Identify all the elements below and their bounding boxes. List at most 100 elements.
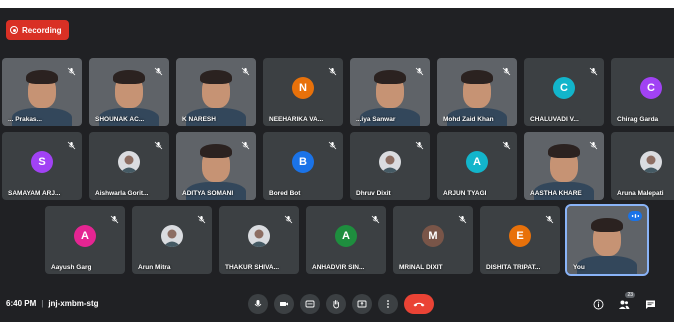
mic-off-icon: [154, 137, 163, 150]
mic-off-icon: [154, 63, 163, 76]
participant-tile[interactable]: ... Prakas...: [2, 58, 82, 126]
chat-button[interactable]: [642, 296, 658, 312]
camera-button[interactable]: [274, 294, 294, 314]
mic-off-icon: [67, 63, 76, 76]
participant-video-feed: [548, 143, 580, 182]
participant-name: Mohd Zaid Khan: [443, 116, 494, 123]
participant-tile[interactable]: Aishwarla Gorit...: [89, 132, 169, 200]
participant-tile[interactable]: C Chirag Garda: [611, 58, 674, 126]
participant-tile[interactable]: You: [565, 204, 649, 276]
meeting-info-separator: |: [41, 299, 44, 308]
participant-name: You: [573, 264, 585, 271]
end-call-button[interactable]: [404, 294, 434, 314]
participant-tile[interactable]: K NARESH: [176, 58, 256, 126]
mic-off-icon: [197, 211, 206, 224]
participant-name: MRINAL DIXIT: [399, 264, 443, 271]
participant-avatar: C: [640, 76, 662, 99]
participant-video-feed: [374, 69, 406, 108]
participant-name: THAKUR SHIVA...: [225, 264, 280, 271]
participant-name: Aayush Garg: [51, 264, 92, 271]
participant-name: DISHITA TRIPAT...: [486, 264, 541, 271]
participant-tile[interactable]: N NEEHARIKA VA...: [263, 58, 343, 126]
mic-off-icon: [241, 137, 250, 150]
participant-name: ADITYA SOMANI: [182, 190, 234, 197]
hand-icon: [333, 300, 340, 309]
participant-tile[interactable]: B Bored Bot: [263, 132, 343, 200]
participant-tile[interactable]: E DISHITA TRIPAT...: [480, 206, 560, 274]
participant-tile[interactable]: A Aayush Garg: [45, 206, 125, 274]
participant-profile-photo: [248, 224, 270, 247]
people-icon: [619, 300, 630, 309]
mic-off-icon: [110, 211, 119, 224]
participant-tile[interactable]: Arun Mitra: [132, 206, 212, 274]
mic-off-icon: [371, 211, 380, 224]
meeting-stage: Recording ... Prakas... SHOUNAK AC... K NA…: [0, 8, 674, 322]
chat-icon: [645, 300, 655, 309]
participant-avatar: S: [31, 150, 53, 173]
participant-name: SHOUNAK AC...: [95, 116, 145, 123]
mic-off-icon: [328, 63, 337, 76]
mic-off-icon: [284, 211, 293, 224]
mic-button[interactable]: [248, 294, 268, 314]
participant-video-feed: [200, 143, 232, 182]
participant-name: CHALUVADI V...: [530, 116, 579, 123]
participant-tile[interactable]: A ANHADVIR SIN...: [306, 206, 386, 274]
participant-tile[interactable]: Dhruv Dixit: [350, 132, 430, 200]
mic-off-icon: [589, 137, 598, 150]
participant-video-feed: [591, 217, 623, 256]
participant-video-feed: [200, 69, 232, 108]
participant-name: Dhruv Dixit: [356, 190, 391, 197]
participant-tile[interactable]: ...iya Sanwar: [350, 58, 430, 126]
participant-name: Chirag Garda: [617, 116, 659, 123]
people-button[interactable]: 23: [616, 292, 635, 312]
participant-name: ... Prakas...: [8, 116, 42, 123]
present-screen-icon: [357, 300, 367, 308]
participant-profile-photo: [118, 150, 140, 173]
participant-avatar: A: [335, 224, 357, 247]
raise-hand-button[interactable]: [326, 294, 346, 314]
participant-tile[interactable]: Mohd Zaid Khan: [437, 58, 517, 126]
participant-video-feed: [461, 69, 493, 108]
mic-off-icon: [67, 137, 76, 150]
participant-profile-photo: [640, 150, 662, 173]
people-count-badge: 23: [625, 292, 635, 298]
recording-badge: Recording: [6, 20, 69, 40]
participant-tile[interactable]: C CHALUVADI V...: [524, 58, 604, 126]
mic-off-icon: [502, 137, 511, 150]
participant-name: K NARESH: [182, 116, 216, 123]
participant-name: ARJUN TYAGI: [443, 190, 487, 197]
participant-profile-photo: [161, 224, 183, 247]
participant-name: ...iya Sanwar: [356, 116, 396, 123]
participant-tile[interactable]: AASTHA KHARE: [524, 132, 604, 200]
record-icon: [10, 26, 18, 34]
meeting-info: 6:40 PM | jnj-xmbm-stg: [6, 299, 99, 308]
participant-tile[interactable]: A ARJUN TYAGI: [437, 132, 517, 200]
participant-tile[interactable]: ADITYA SOMANI: [176, 132, 256, 200]
participant-tile[interactable]: THAKUR SHIVA...: [219, 206, 299, 274]
meeting-details-button[interactable]: [590, 296, 606, 312]
meeting-time: 6:40 PM: [6, 299, 37, 308]
participant-tile[interactable]: Aruna Malepati: [611, 132, 674, 200]
participant-name: ANHADVIR SIN...: [312, 264, 365, 271]
mic-off-icon: [415, 63, 424, 76]
mic-off-icon: [589, 63, 598, 76]
participant-avatar: C: [553, 76, 575, 99]
participant-name: AASTHA KHARE: [530, 190, 582, 197]
participant-name: Arun Mitra: [138, 264, 171, 271]
participant-name: SAMAYAM ARJ...: [8, 190, 61, 197]
captions-button[interactable]: [300, 294, 320, 314]
present-button[interactable]: [352, 294, 372, 314]
bottom-bar: 6:40 PM | jnj-xmbm-stg 23: [0, 288, 674, 322]
mic-off-icon: [458, 211, 467, 224]
more-options-button[interactable]: [378, 294, 398, 314]
meeting-code: jnj-xmbm-stg: [48, 299, 99, 308]
participant-tile[interactable]: M MRINAL DIXIT: [393, 206, 473, 274]
participant-name: NEEHARIKA VA...: [269, 116, 324, 123]
mic-off-icon: [545, 211, 554, 224]
mic-icon: [254, 300, 262, 307]
mic-off-icon: [328, 137, 337, 150]
mic-off-icon: [502, 63, 511, 76]
participant-tile[interactable]: S SAMAYAM ARJ...: [2, 132, 82, 200]
participant-name: Aruna Malepati: [617, 190, 664, 197]
participant-tile[interactable]: SHOUNAK AC...: [89, 58, 169, 126]
